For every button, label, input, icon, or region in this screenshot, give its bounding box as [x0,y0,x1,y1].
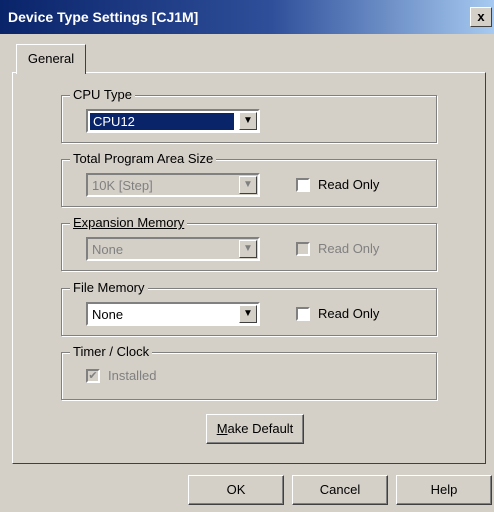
cpu-type-label: CPU Type [70,87,136,103]
expansion-memory-value: None [92,242,124,257]
cpu-type-dropdown[interactable]: CPU12 ▼ [86,109,260,133]
general-tab-panel: CPU Type CPU12 ▼ Total Program Area Size… [12,72,486,464]
cancel-label: Cancel [319,482,361,497]
timer-clock-installed-checkbox[interactable]: ✔ Installed [86,368,156,383]
expansion-memory-read-only-checkbox[interactable]: Read Only [296,241,379,256]
file-memory-read-only-label: Read Only [318,306,380,321]
close-icon: x [477,9,485,24]
program-area-group: Total Program Area Size 10K [Step] ▼ Rea… [61,151,437,207]
program-area-read-only-label: Read Only [318,177,380,192]
chevron-down-icon[interactable]: ▼ [239,176,257,194]
make-default-button[interactable]: Make Default [206,414,304,444]
tab-general-label: General [27,51,75,66]
file-memory-group: File Memory None ▼ Read Only [61,280,437,336]
make-default-accelerator: M [216,421,228,436]
expansion-memory-dropdown[interactable]: None ▼ [86,237,260,261]
title-bar: Device Type Settings [CJ1M] x [0,0,494,34]
window-title: Device Type Settings [CJ1M] [8,9,199,25]
expansion-memory-group: Expansion Memory None ▼ Read Only [61,215,437,271]
cpu-type-group: CPU Type CPU12 ▼ [61,87,437,143]
program-area-label: Total Program Area Size [70,151,217,167]
expansion-memory-label: Expansion Memory [70,215,188,231]
file-memory-value: None [92,307,124,322]
checkbox-box[interactable] [296,241,310,256]
ok-button[interactable]: OK [188,475,284,505]
chevron-down-icon[interactable]: ▼ [239,240,257,258]
cpu-type-value: CPU12 [90,113,234,130]
timer-clock-label: Timer / Clock [70,344,153,360]
timer-clock-installed-label: Installed [108,368,157,383]
chevron-down-icon[interactable]: ▼ [239,112,257,130]
program-area-read-only-checkbox[interactable]: Read Only [296,177,379,192]
checkbox-box[interactable] [296,177,310,192]
check-icon[interactable]: ✔ [86,368,100,383]
timer-clock-group: Timer / Clock ✔ Installed [61,344,437,400]
file-memory-label: File Memory [70,280,148,296]
file-memory-read-only-checkbox[interactable]: Read Only [296,306,379,321]
cancel-button[interactable]: Cancel [292,475,388,505]
help-button[interactable]: Help [396,475,492,505]
chevron-down-icon[interactable]: ▼ [239,305,257,323]
close-button[interactable]: x [470,7,492,27]
file-memory-dropdown[interactable]: None ▼ [86,302,260,326]
checkbox-box[interactable] [296,306,310,321]
program-area-dropdown[interactable]: 10K [Step] ▼ [86,173,260,197]
expansion-memory-read-only-label: Read Only [318,241,380,256]
program-area-value: 10K [Step] [92,178,153,193]
ok-label: OK [226,482,246,497]
tab-general[interactable]: General [16,44,86,74]
device-type-settings-dialog: Device Type Settings [CJ1M] x General CP… [0,0,494,512]
make-default-label: ake Default [227,421,294,436]
help-label: Help [430,482,458,497]
